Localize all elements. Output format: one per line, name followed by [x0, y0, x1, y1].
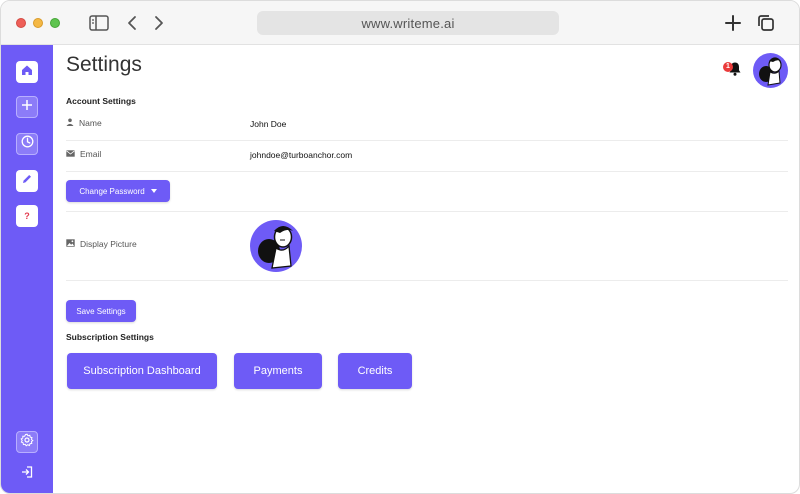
- close-window-button[interactable]: [16, 18, 26, 28]
- divider: [66, 140, 788, 141]
- image-icon: [66, 239, 75, 249]
- display-picture-label: Display Picture: [80, 239, 137, 249]
- credits-button[interactable]: Credits: [338, 353, 412, 389]
- sidebar-item-logout[interactable]: [16, 463, 38, 485]
- logout-icon: [20, 465, 34, 484]
- settings-page: Settings 1 Account Settings Name John Do…: [53, 45, 799, 493]
- display-picture-label-row: Display Picture: [66, 239, 137, 249]
- name-value[interactable]: John Doe: [250, 119, 286, 129]
- question-icon: ?: [24, 211, 30, 221]
- sidebar-item-edit[interactable]: [16, 170, 38, 192]
- new-tab-icon[interactable]: [723, 12, 743, 34]
- url-text: www.writeme.ai: [361, 15, 455, 31]
- divider: [66, 211, 788, 212]
- tab-overview-icon[interactable]: [756, 12, 776, 34]
- user-icon: [66, 118, 74, 128]
- browser-toolbar: www.writeme.ai: [1, 1, 799, 45]
- payments-button[interactable]: Payments: [234, 353, 322, 389]
- divider: [66, 171, 788, 172]
- clock-icon: [21, 135, 34, 153]
- maximize-window-button[interactable]: [50, 18, 60, 28]
- gear-icon: [20, 433, 34, 452]
- mail-icon: [66, 149, 75, 159]
- change-password-label: Change Password: [79, 186, 145, 196]
- back-arrow-icon[interactable]: [125, 12, 139, 34]
- email-value[interactable]: johndoe@turboanchor.com: [250, 150, 352, 160]
- sidebar-item-add[interactable]: [16, 96, 38, 118]
- email-label: Email: [80, 149, 102, 159]
- name-label: Name: [79, 118, 102, 128]
- subscription-settings-heading: Subscription Settings: [66, 332, 154, 342]
- sidebar-item-home[interactable]: [16, 61, 38, 83]
- minimize-window-button[interactable]: [33, 18, 43, 28]
- home-icon: [20, 63, 34, 82]
- sidebar-item-history[interactable]: [16, 133, 38, 155]
- save-settings-button[interactable]: Save Settings: [66, 300, 136, 322]
- subscription-dashboard-button[interactable]: Subscription Dashboard: [67, 353, 217, 389]
- change-password-button[interactable]: Change Password: [66, 180, 170, 202]
- browser-window: www.writeme.ai ? Settings 1 Account Sett…: [0, 0, 800, 494]
- plus-icon: [21, 98, 33, 116]
- email-label-row: Email: [66, 149, 101, 159]
- pencil-icon: [21, 172, 33, 190]
- display-picture[interactable]: [250, 220, 302, 272]
- sidebar-item-help[interactable]: ?: [16, 205, 38, 227]
- forward-arrow-icon[interactable]: [152, 12, 166, 34]
- address-bar[interactable]: www.writeme.ai: [257, 11, 559, 35]
- caret-down-icon: [150, 189, 157, 193]
- sidebar-toggle-icon[interactable]: [89, 12, 109, 34]
- name-label-row: Name: [66, 118, 102, 128]
- account-settings-heading: Account Settings: [66, 96, 136, 106]
- divider: [66, 280, 788, 281]
- page-title: Settings: [66, 53, 142, 76]
- sidebar-item-settings[interactable]: [16, 431, 38, 453]
- avatar[interactable]: [753, 53, 788, 88]
- sidebar: ?: [1, 45, 53, 493]
- notification-badge: 1: [723, 62, 733, 72]
